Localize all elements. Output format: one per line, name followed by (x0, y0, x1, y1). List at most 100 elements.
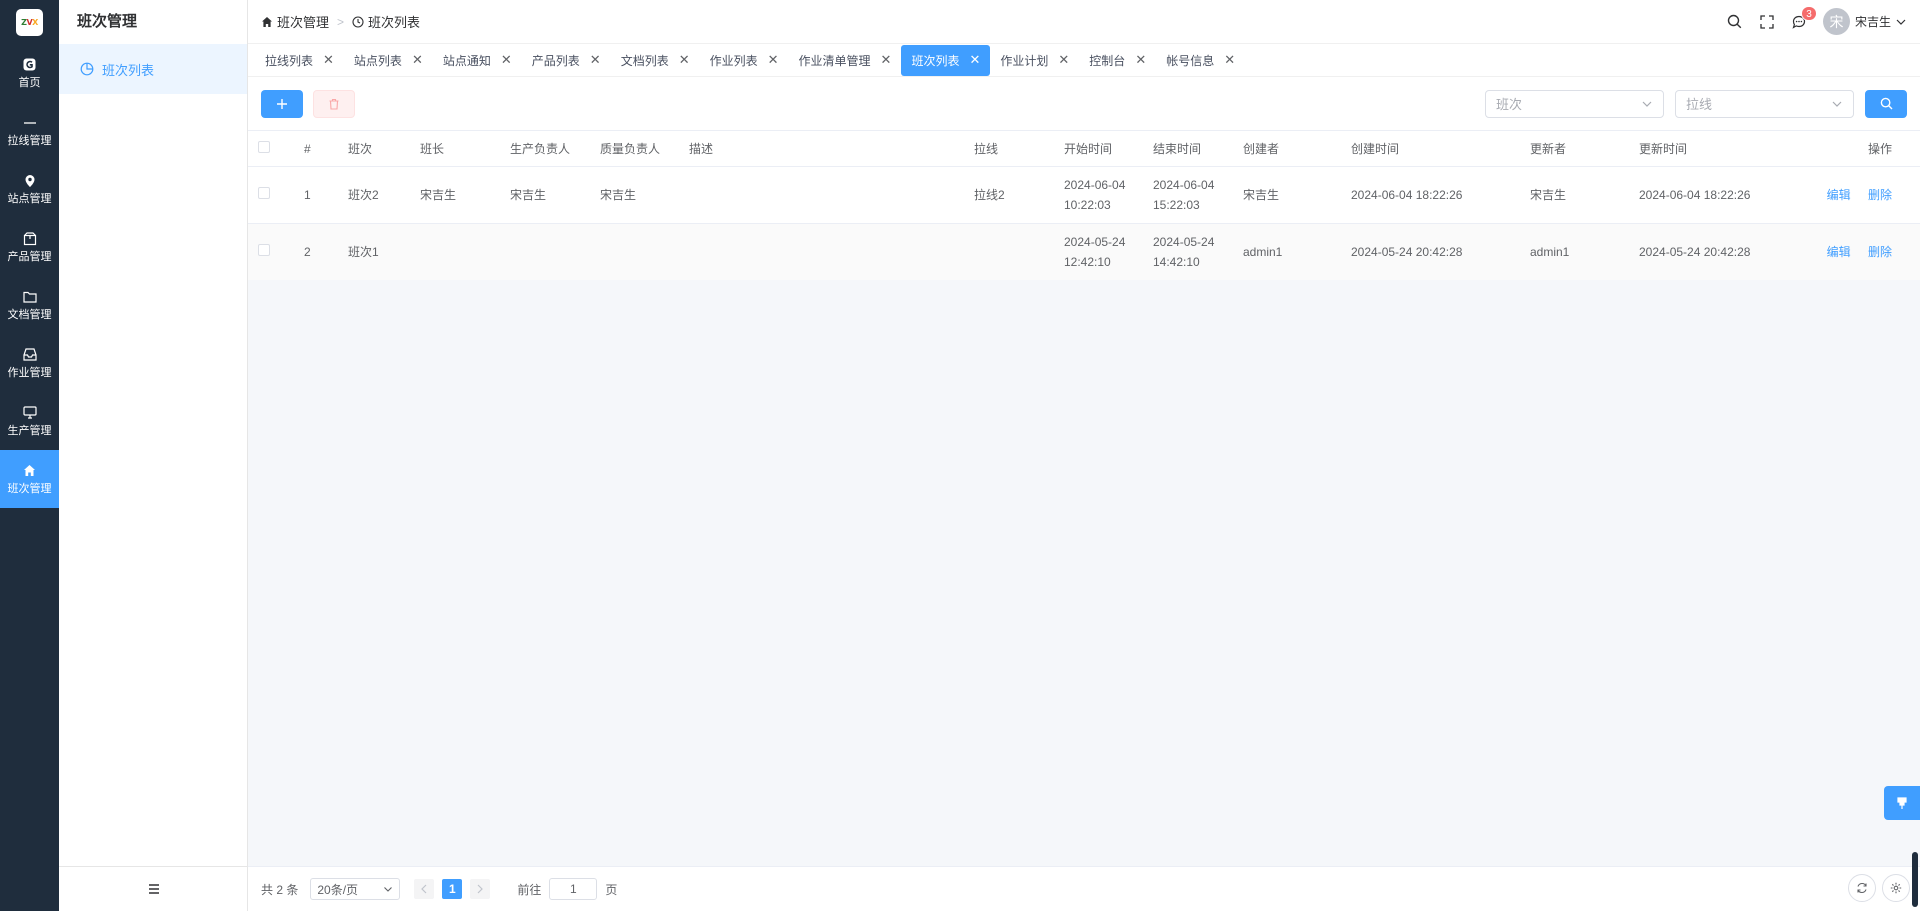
start-clock: 12:42:10 (1064, 255, 1111, 269)
delete-button[interactable]: 删除 (1868, 245, 1892, 259)
cell-updater: admin1 (1530, 245, 1570, 259)
cell-creator: admin1 (1243, 245, 1283, 259)
breadcrumb-root[interactable]: 班次管理 (277, 12, 329, 31)
trash-icon (329, 98, 339, 110)
row-index: 2 (304, 245, 311, 259)
side-panel-toggle-button[interactable] (1884, 786, 1920, 820)
rail-item-job[interactable]: 作业管理 (0, 334, 59, 392)
tab-label: 班次列表 (911, 53, 960, 68)
settings-button[interactable] (1882, 874, 1910, 902)
prev-page-button[interactable] (414, 879, 435, 899)
folder-icon (22, 290, 37, 304)
tab-label: 产品列表 (531, 53, 580, 68)
close-icon[interactable]: ✕ (679, 53, 690, 66)
table-row[interactable]: 1 班次2 宋吉生 宋吉生 宋吉生 拉线2 2024-06-04 10:22:0… (248, 167, 1920, 224)
line-select[interactable]: 拉线 (1675, 89, 1854, 118)
location-pin-icon (23, 174, 37, 188)
rail-item-station[interactable]: 站点管理 (0, 160, 59, 218)
add-button[interactable] (261, 89, 303, 118)
column-header: 描述 (689, 141, 714, 156)
toolbar: 班次 拉线 (248, 77, 1920, 130)
close-icon[interactable]: ✕ (412, 53, 423, 66)
rail-item-shift[interactable]: 班次管理 (0, 450, 59, 508)
cell-line: 拉线2 (974, 188, 1005, 202)
message-icon[interactable]: 3 (1791, 5, 1817, 30)
close-icon[interactable]: ✕ (590, 53, 601, 66)
notification-badge: 3 (1800, 5, 1817, 21)
cell-actions: 编辑 删除 (1812, 242, 1902, 262)
fullscreen-icon[interactable] (1759, 14, 1775, 30)
close-icon[interactable]: ✕ (881, 53, 892, 66)
close-icon[interactable]: ✕ (1224, 53, 1235, 66)
next-page-button[interactable] (470, 879, 491, 899)
page-size-select[interactable]: 20条/页 (310, 878, 401, 900)
tab-label: 拉线列表 (265, 53, 314, 68)
close-icon[interactable]: ✕ (1135, 53, 1146, 66)
edit-button[interactable]: 编辑 (1827, 245, 1851, 259)
cell-start-time: 2024-05-24 12:42:10 (1064, 232, 1153, 272)
column-header: 班长 (420, 141, 445, 156)
tab-job-checklist[interactable]: 作业清单管理 ✕ (789, 45, 902, 76)
search-button[interactable] (1865, 89, 1907, 118)
tab-station-notice[interactable]: 站点通知 ✕ (433, 45, 522, 76)
table-row[interactable]: 2 班次1 2024-05-24 12:42:10 2024-05-24 14:… (248, 224, 1920, 281)
select-all-cell (248, 139, 304, 159)
tab-job-plan[interactable]: 作业计划 ✕ (990, 45, 1079, 76)
page-number-button[interactable]: 1 (442, 879, 463, 899)
edit-button[interactable]: 编辑 (1827, 188, 1851, 202)
tab-console[interactable]: 控制台 ✕ (1079, 45, 1156, 76)
close-icon[interactable]: ✕ (323, 53, 334, 66)
tab-shift-list[interactable]: 班次列表 ✕ (901, 44, 991, 76)
column-header: 操作 (1867, 141, 1892, 156)
close-icon[interactable]: ✕ (768, 53, 779, 66)
app-logo[interactable]: ZVX (0, 0, 59, 44)
tab-bar: 拉线列表 ✕ 站点列表 ✕ 站点通知 ✕ 产品列表 ✕ 文档列表 ✕ 作业列表 ✕ 作业清单… (248, 44, 1920, 77)
search-icon[interactable] (1727, 14, 1743, 30)
chevron-down-icon[interactable] (1895, 16, 1907, 28)
close-icon[interactable]: ✕ (501, 53, 512, 66)
close-icon[interactable]: ✕ (1058, 53, 1069, 66)
logo-box: ZVX (16, 8, 43, 36)
row-checkbox[interactable] (258, 244, 270, 256)
rail-label: 文档管理 (7, 308, 52, 321)
sub-menu: 班次管理 班次列表 (59, 0, 248, 911)
tab-job-list[interactable]: 作业列表 ✕ (700, 45, 789, 76)
tab-product-list[interactable]: 产品列表 ✕ (522, 45, 611, 76)
delete-button[interactable]: 删除 (1868, 188, 1892, 202)
pie-chart-icon (80, 62, 94, 76)
username[interactable]: 宋吉生 (1855, 13, 1891, 30)
tab-station-list[interactable]: 站点列表 ✕ (344, 45, 433, 76)
tab-line-list[interactable]: 拉线列表 ✕ (255, 45, 344, 76)
rail-item-production[interactable]: 生产管理 (0, 392, 59, 450)
close-icon[interactable]: ✕ (969, 53, 980, 66)
avatar[interactable]: 宋 (1822, 8, 1850, 35)
page-size-value: 20条/页 (317, 882, 359, 897)
goto-page-input[interactable] (549, 878, 598, 900)
page-suffix: 页 (605, 882, 618, 897)
rail-item-home[interactable]: 首页 (0, 44, 59, 102)
column-header: 创建时间 (1351, 141, 1400, 156)
monitor-icon (22, 406, 37, 420)
rail-item-product[interactable]: 产品管理 (0, 218, 59, 276)
rail-item-document[interactable]: 文档管理 (0, 276, 59, 334)
select-all-checkbox[interactable] (258, 140, 270, 153)
column-header: 更新者 (1530, 141, 1567, 156)
rail-label: 产品管理 (7, 250, 52, 263)
tab-account-info[interactable]: 帐号信息 ✕ (1156, 45, 1245, 76)
filter-bar: 班次 拉线 (1474, 89, 1907, 118)
submenu-item-shift-list[interactable]: 班次列表 (59, 44, 247, 94)
collapse-menu-button[interactable] (59, 866, 248, 911)
row-select-cell (248, 185, 304, 205)
column-header[interactable]: 班次 (348, 139, 420, 159)
row-checkbox[interactable] (258, 187, 270, 199)
cell-production-owner: 宋吉生 (510, 188, 547, 202)
scroll-thumb[interactable] (1912, 852, 1918, 907)
rail-label: 班次管理 (7, 482, 52, 495)
batch-delete-button[interactable] (313, 89, 355, 118)
rail-item-line[interactable]: 拉线管理 (0, 102, 59, 160)
cell-end-time: 2024-06-04 15:22:03 (1153, 175, 1243, 215)
tab-document-list[interactable]: 文档列表 ✕ (611, 45, 700, 76)
shift-select[interactable]: 班次 (1485, 89, 1664, 118)
refresh-button[interactable] (1848, 874, 1876, 902)
tab-label: 作业列表 (709, 53, 758, 68)
